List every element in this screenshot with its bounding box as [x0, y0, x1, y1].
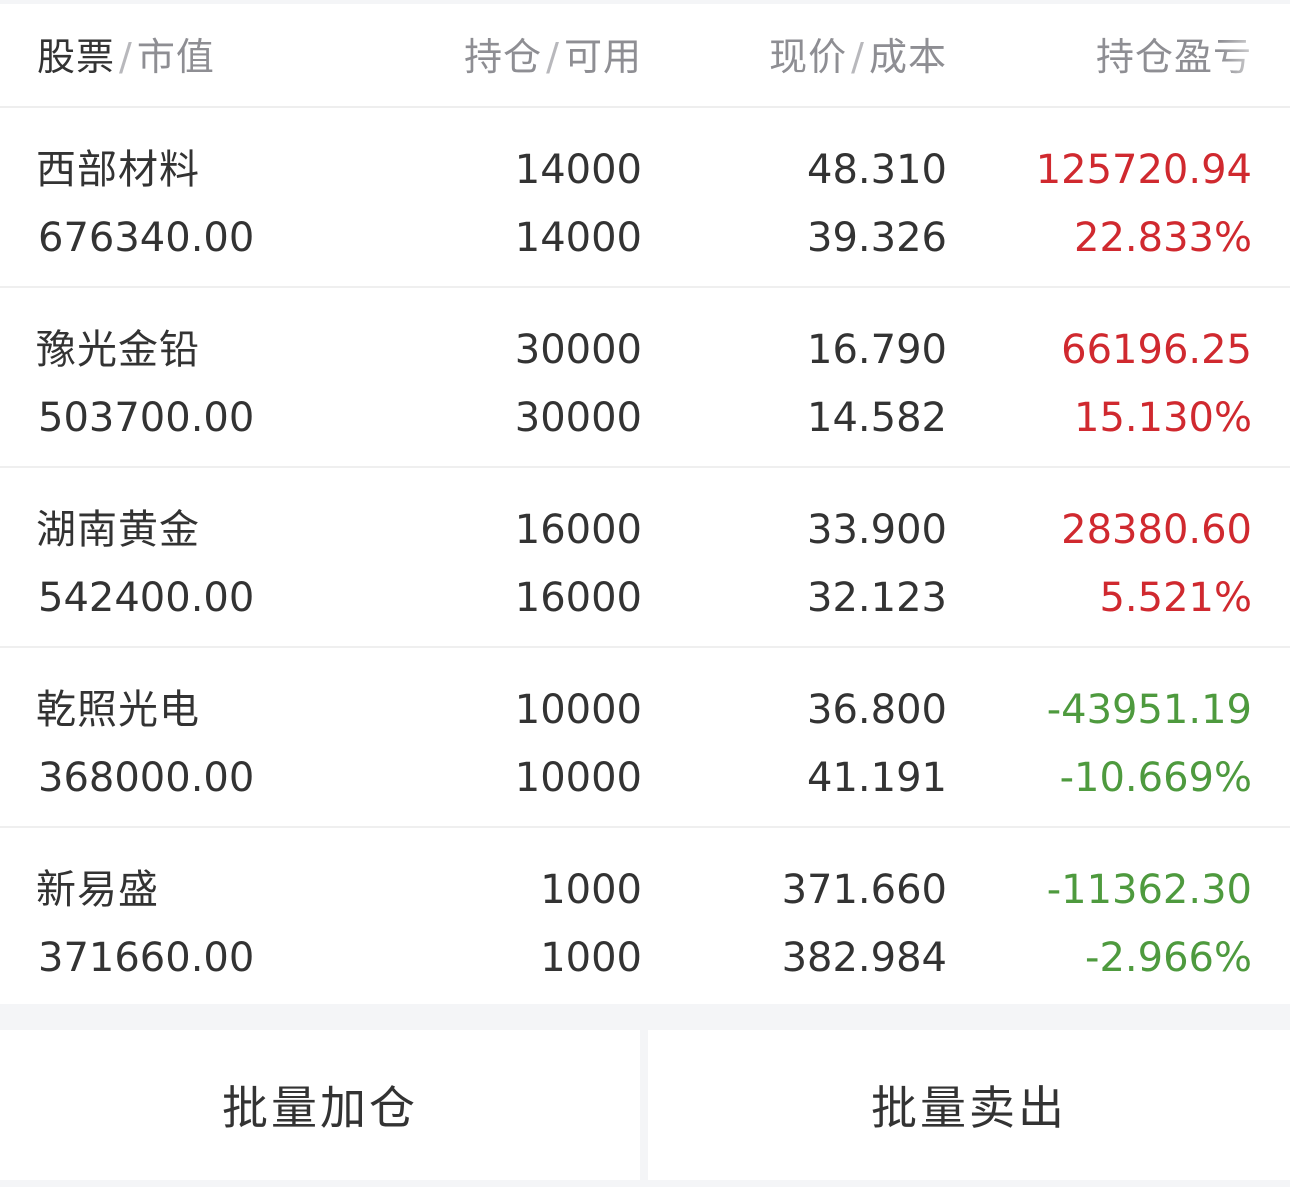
header-position-label: 持仓: [464, 35, 543, 79]
stock-name: 湖南黄金: [36, 507, 200, 553]
pnl-percent: 5.521%: [1099, 575, 1252, 621]
stock-name: 西部材料: [36, 147, 200, 193]
header-stock-marketvalue[interactable]: 股票 / 市值: [37, 34, 215, 80]
table-row[interactable]: 湖南黄金 542400.00 16000 16000 33.900 32.123…: [0, 468, 1290, 648]
current-price: 16.790: [807, 327, 947, 373]
position-qty: 16000: [514, 507, 642, 553]
stock-name: 乾照光电: [36, 687, 200, 733]
holdings-panel: 股票 / 市值 持仓 / 可用 现价 / 成本 持仓盈亏 西部材料 676340.00 14…: [0, 4, 1290, 1004]
pnl-amount: 125720.94: [1035, 147, 1252, 193]
position-qty: 30000: [514, 327, 642, 373]
header-price-label: 现价: [769, 35, 848, 79]
header-separator: /: [546, 35, 560, 79]
table-row[interactable]: 西部材料 676340.00 14000 14000 48.310 39.326…: [0, 108, 1290, 288]
pnl-amount: -43951.19: [1046, 687, 1252, 733]
pnl-percent: -10.669%: [1059, 755, 1252, 801]
current-price: 33.900: [807, 507, 947, 553]
batch-sell-button[interactable]: 批量卖出: [648, 1030, 1290, 1180]
batch-add-button[interactable]: 批量加仓: [0, 1030, 640, 1180]
action-bar: 批量加仓 批量卖出: [0, 1030, 1290, 1180]
cost-price: 41.191: [807, 755, 947, 801]
header-fade-overlay: [1220, 4, 1290, 104]
table-row[interactable]: 乾照光电 368000.00 10000 10000 36.800 41.191…: [0, 648, 1290, 828]
pnl-percent: -2.966%: [1085, 935, 1252, 981]
header-cost-label: 成本: [868, 35, 947, 79]
available-qty: 16000: [514, 575, 642, 621]
stock-name: 新易盛: [36, 867, 159, 913]
header-separator: /: [119, 35, 133, 79]
market-value: 371660.00: [38, 935, 255, 981]
header-separator: /: [851, 35, 865, 79]
market-value: 676340.00: [38, 215, 255, 261]
market-value: 542400.00: [38, 575, 255, 621]
pnl-percent: 22.833%: [1074, 215, 1252, 261]
pnl-amount: 28380.60: [1061, 507, 1252, 553]
cost-price: 14.582: [807, 395, 947, 441]
cost-price: 32.123: [807, 575, 947, 621]
header-price-cost[interactable]: 现价 / 成本: [769, 34, 947, 80]
table-row[interactable]: 豫光金铅 503700.00 30000 30000 16.790 14.582…: [0, 288, 1290, 468]
available-qty: 14000: [514, 215, 642, 261]
header-marketvalue-label: 市值: [136, 35, 215, 79]
header-stock-label: 股票: [37, 35, 116, 79]
position-qty: 10000: [514, 687, 642, 733]
available-qty: 30000: [514, 395, 642, 441]
current-price: 371.660: [781, 867, 947, 913]
available-qty: 10000: [514, 755, 642, 801]
cost-price: 382.984: [781, 935, 947, 981]
pnl-percent: 15.130%: [1074, 395, 1252, 441]
position-qty: 1000: [540, 867, 642, 913]
pnl-amount: 66196.25: [1061, 327, 1252, 373]
stock-name: 豫光金铅: [36, 327, 200, 373]
market-value: 503700.00: [38, 395, 255, 441]
pnl-amount: -11362.30: [1046, 867, 1252, 913]
header-available-label: 可用: [563, 35, 642, 79]
table-row[interactable]: 新易盛 371660.00 1000 1000 371.660 382.984 …: [0, 828, 1290, 1006]
header-position-available[interactable]: 持仓 / 可用: [464, 34, 642, 80]
available-qty: 1000: [540, 935, 642, 981]
cost-price: 39.326: [807, 215, 947, 261]
table-header: 股票 / 市值 持仓 / 可用 现价 / 成本 持仓盈亏: [0, 4, 1290, 108]
current-price: 36.800: [807, 687, 947, 733]
holdings-list: 西部材料 676340.00 14000 14000 48.310 39.326…: [0, 108, 1290, 1006]
position-qty: 14000: [514, 147, 642, 193]
current-price: 48.310: [807, 147, 947, 193]
market-value: 368000.00: [38, 755, 255, 801]
